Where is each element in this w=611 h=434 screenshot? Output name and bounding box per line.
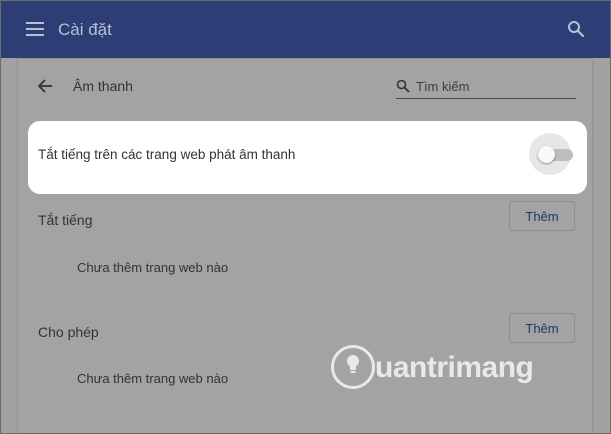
- muted-empty-text: Chưa thêm trang web nào: [77, 260, 229, 275]
- add-muted-site-button[interactable]: Thêm: [509, 201, 575, 231]
- lightbulb-logo-icon: [347, 355, 359, 373]
- search-input[interactable]: [416, 77, 571, 95]
- section-title-allowed: Cho phép: [38, 324, 99, 340]
- page-title: Âm thanh: [73, 78, 133, 94]
- section-title-muted: Tắt tiếng: [38, 212, 93, 228]
- watermark-logo: uantrimang: [331, 343, 555, 399]
- app-title: Cài đặt: [58, 20, 112, 39]
- hamburger-menu-icon[interactable]: [26, 22, 44, 36]
- search-field[interactable]: [396, 77, 576, 99]
- mute-sites-toggle-knob[interactable]: [538, 146, 555, 163]
- watermark-text: uantrimang: [375, 351, 534, 384]
- settings-toolbar: Cài đặt: [1, 1, 610, 58]
- add-allowed-site-button[interactable]: Thêm: [509, 313, 575, 343]
- allowed-empty-text: Chưa thêm trang web nào: [77, 371, 229, 386]
- search-field-icon: [396, 79, 410, 93]
- mute-sites-row[interactable]: Tắt tiếng trên các trang web phát âm tha…: [28, 121, 587, 194]
- arrow-left-icon[interactable]: [37, 78, 53, 94]
- settings-window: Cài đặt Âm thanh Tắt tiếng trên các tran…: [0, 0, 611, 434]
- search-icon[interactable]: [567, 20, 585, 38]
- mute-sites-label: Tắt tiếng trên các trang web phát âm tha…: [38, 147, 296, 162]
